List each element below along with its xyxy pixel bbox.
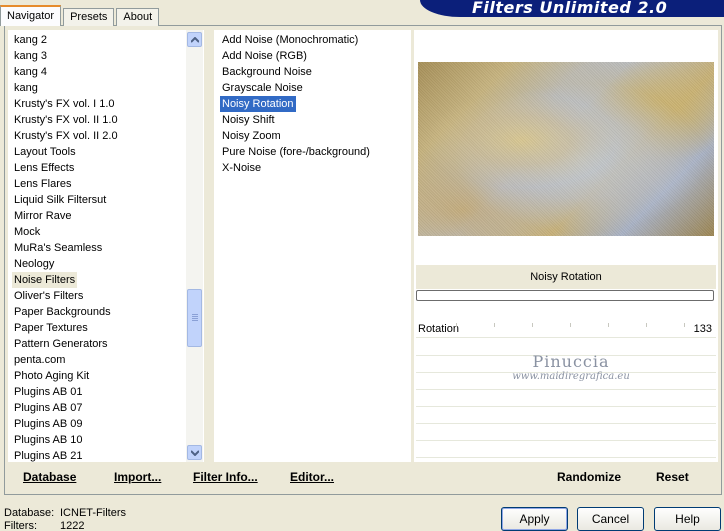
reset-button[interactable]: Reset <box>656 470 689 484</box>
category-item[interactable]: Plugins AB 21 <box>12 448 85 462</box>
cancel-button[interactable]: Cancel <box>577 507 644 531</box>
category-item[interactable]: Lens Flares <box>12 176 73 192</box>
param-row-rotation[interactable]: Rotation 133 <box>416 321 716 338</box>
bottom-toolbar-right: Randomize Reset <box>414 464 718 492</box>
bottom-toolbar-left: Database Import... Filter Info... Editor… <box>8 464 411 492</box>
filter-item[interactable]: Noisy Zoom <box>220 128 283 144</box>
category-item[interactable]: Oliver's Filters <box>12 288 85 304</box>
category-item[interactable]: Krusty's FX vol. II 1.0 <box>12 112 120 128</box>
category-item[interactable]: Plugins AB 09 <box>12 416 85 432</box>
filter-item[interactable]: Noisy Shift <box>220 112 277 128</box>
category-item[interactable]: Liquid Silk Filtersut <box>12 192 108 208</box>
category-item[interactable]: Paper Backgrounds <box>12 304 113 320</box>
category-item[interactable]: Noise Filters <box>12 272 78 288</box>
chevron-up-icon <box>190 36 199 43</box>
watermark: Pinuccia www.maidiregrafica.eu <box>506 353 636 383</box>
status-filters-label: Filters: <box>4 520 37 531</box>
tab-presets[interactable]: Presets <box>63 8 115 26</box>
category-item[interactable]: MuRa's Seamless <box>12 240 104 256</box>
scroll-thumb[interactable] <box>187 289 202 347</box>
editor-button[interactable]: Editor... <box>290 470 334 484</box>
filter-item[interactable]: Add Noise (Monochromatic) <box>220 32 360 48</box>
filter-item[interactable]: X-Noise <box>220 160 263 176</box>
apply-button[interactable]: Apply <box>501 507 568 531</box>
category-item[interactable]: Paper Textures <box>12 320 90 336</box>
category-item[interactable]: Krusty's FX vol. I 1.0 <box>12 96 117 112</box>
category-item[interactable]: Plugins AB 01 <box>12 384 85 400</box>
category-item[interactable]: Plugins AB 10 <box>12 432 85 448</box>
scroll-down-button[interactable] <box>187 445 202 460</box>
category-item[interactable]: kang 3 <box>12 48 49 64</box>
scroll-up-button[interactable] <box>187 32 202 47</box>
watermark-url: www.maidiregrafica.eu <box>512 371 630 382</box>
category-item[interactable]: Krusty's FX vol. II 2.0 <box>12 128 120 144</box>
param-label: Rotation <box>418 323 459 335</box>
help-button[interactable]: Help <box>654 507 721 531</box>
category-item[interactable]: kang 2 <box>12 32 49 48</box>
status-area: Database: ICNET-Filters Filters: 1222 <box>4 507 126 531</box>
category-item[interactable]: penta.com <box>12 352 67 368</box>
database-button[interactable]: Database <box>23 470 76 484</box>
filter-info-button[interactable]: Filter Info... <box>193 470 258 484</box>
category-item[interactable]: Lens Effects <box>12 160 76 176</box>
category-item[interactable]: Mirror Rave <box>12 208 73 224</box>
param-row-empty <box>416 407 716 424</box>
app-banner: Filters Unlimited 2.0 <box>420 0 724 17</box>
tab-about[interactable]: About <box>116 8 160 26</box>
filter-name-label: Noisy Rotation <box>416 265 716 289</box>
category-scrollbar[interactable] <box>186 30 203 462</box>
category-item[interactable]: Layout Tools <box>12 144 78 160</box>
param-row-empty <box>416 424 716 441</box>
category-item[interactable]: Plugins AB 07 <box>12 400 85 416</box>
status-database-value: ICNET-Filters <box>60 507 126 519</box>
category-item[interactable]: Pattern Generators <box>12 336 110 352</box>
filter-item[interactable]: Pure Noise (fore-/background) <box>220 144 372 160</box>
progress-bar <box>416 290 714 301</box>
category-item[interactable]: kang <box>12 80 40 96</box>
tab-navigator[interactable]: Navigator <box>0 5 62 26</box>
preview-image <box>418 62 714 236</box>
status-filters-value: 1222 <box>60 520 85 531</box>
randomize-button[interactable]: Randomize <box>557 470 621 484</box>
filter-list: Add Noise (Monochromatic) Add Noise (RGB)… <box>214 30 411 462</box>
filter-item[interactable]: Noisy Rotation <box>220 96 296 112</box>
tab-bar: Navigator Presets About <box>0 4 161 26</box>
filter-item[interactable]: Background Noise <box>220 64 314 80</box>
param-row-empty <box>416 441 716 458</box>
watermark-name: Pinuccia <box>532 352 610 371</box>
category-item[interactable]: Neology <box>12 256 56 272</box>
category-item[interactable]: Photo Aging Kit <box>12 368 91 384</box>
filter-item[interactable]: Add Noise (RGB) <box>220 48 309 64</box>
category-list: kang 2 kang 3 kang 4 kang Krusty's FX vol. I… <box>8 30 204 462</box>
param-value: 133 <box>693 323 712 335</box>
param-row-empty <box>416 390 716 407</box>
category-item[interactable]: kang 4 <box>12 64 49 80</box>
category-item[interactable]: Mock <box>12 224 42 240</box>
import-button[interactable]: Import... <box>114 470 161 484</box>
chevron-down-icon <box>190 449 199 456</box>
status-database-label: Database: <box>4 507 55 519</box>
filter-item[interactable]: Grayscale Noise <box>220 80 305 96</box>
